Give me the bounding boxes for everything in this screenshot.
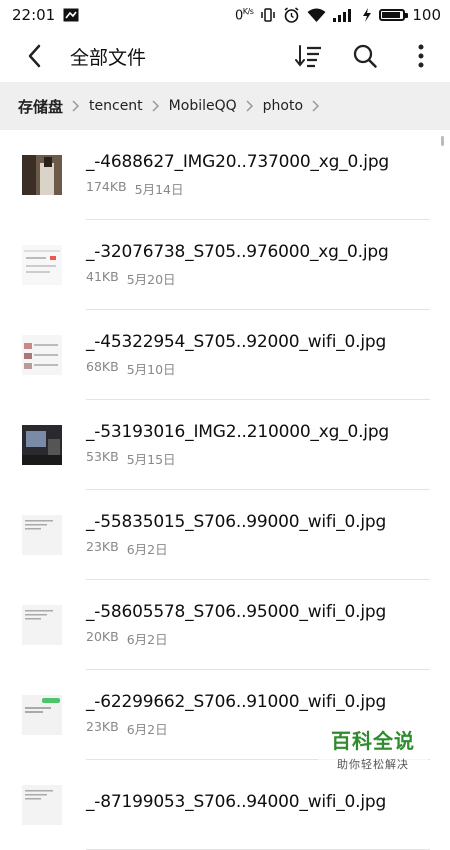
file-thumbnail bbox=[22, 695, 62, 735]
scrollbar[interactable] bbox=[441, 136, 444, 146]
vibrate-icon bbox=[260, 7, 276, 23]
file-date: 5月14日 bbox=[134, 182, 184, 197]
file-thumbnail bbox=[22, 155, 62, 195]
file-size: 23KB bbox=[86, 719, 119, 734]
file-row[interactable]: _-45322954_S705..92000_wifi_0.jpg 68KB 5月1… bbox=[0, 310, 450, 400]
breadcrumb-item-mobileqq[interactable]: MobileQQ bbox=[169, 98, 237, 114]
watermark-title: 百科全说 bbox=[331, 729, 415, 753]
file-thumbnail bbox=[22, 425, 62, 465]
sort-button[interactable] bbox=[292, 39, 326, 73]
file-size: 23KB bbox=[86, 539, 119, 554]
status-bar: 22:01 0K/s 100 bbox=[0, 0, 450, 30]
more-button[interactable] bbox=[404, 39, 438, 73]
file-name: _-4688627_IMG20..737000_xg_0.jpg bbox=[86, 152, 390, 172]
file-size: 68KB bbox=[86, 359, 119, 374]
wifi-icon bbox=[307, 8, 326, 23]
battery-percent: 100 bbox=[412, 6, 441, 24]
picture-notification-icon bbox=[63, 8, 79, 22]
file-size: 41KB bbox=[86, 269, 119, 284]
file-name: _-53193016_IMG2..210000_xg_0.jpg bbox=[86, 422, 390, 442]
search-icon bbox=[353, 44, 377, 68]
chevron-right-icon bbox=[63, 100, 89, 112]
file-size: 20KB bbox=[86, 629, 119, 644]
sort-icon bbox=[295, 45, 321, 68]
battery-icon bbox=[379, 9, 409, 21]
watermark-subtitle: 助你轻松解决 bbox=[337, 758, 409, 771]
file-row[interactable]: _-55835015_S706..99000_wifi_0.jpg 23KB 6月2… bbox=[0, 490, 450, 580]
file-row[interactable]: _-4688627_IMG20..737000_xg_0.jpg 174KB 5月1… bbox=[0, 130, 450, 220]
file-size: 53KB bbox=[86, 449, 119, 464]
back-button[interactable] bbox=[10, 32, 58, 80]
file-name: _-45322954_S705..92000_wifi_0.jpg bbox=[86, 332, 387, 352]
page-title: 全部文件 bbox=[70, 46, 147, 69]
file-name: _-58605578_S706..95000_wifi_0.jpg bbox=[86, 602, 387, 622]
file-date: 5月20日 bbox=[126, 272, 176, 287]
breadcrumb-item-tencent[interactable]: tencent bbox=[89, 98, 143, 114]
file-name: _-32076738_S705..976000_xg_0.jpg bbox=[86, 242, 389, 262]
watermark-logo: 百科全说 助你轻松解决 bbox=[318, 725, 428, 772]
file-row[interactable]: _-32076738_S705..976000_xg_0.jpg 41KB 5月20… bbox=[0, 220, 450, 310]
file-thumbnail bbox=[22, 515, 62, 555]
breadcrumb-item-storage[interactable]: 存储盘 bbox=[18, 96, 63, 117]
search-button[interactable] bbox=[348, 39, 382, 73]
chevron-right-icon bbox=[237, 100, 263, 112]
chevron-right-icon bbox=[143, 100, 169, 112]
file-thumbnail bbox=[22, 605, 62, 645]
network-speed: 0K/s bbox=[234, 6, 254, 24]
file-date: 6月2日 bbox=[126, 542, 168, 557]
file-date: 6月2日 bbox=[126, 632, 168, 647]
file-date: 5月10日 bbox=[126, 362, 176, 377]
file-name: _-55835015_S706..99000_wifi_0.jpg bbox=[86, 512, 387, 532]
file-row[interactable]: _-87199053_S706..94000_wifi_0.jpg bbox=[0, 760, 450, 850]
more-vertical-icon bbox=[418, 44, 424, 68]
file-thumbnail bbox=[22, 335, 62, 375]
file-row[interactable]: _-58605578_S706..95000_wifi_0.jpg 20KB 6月2… bbox=[0, 580, 450, 670]
file-date: 5月15日 bbox=[126, 452, 176, 467]
back-arrow-icon bbox=[28, 44, 41, 68]
app-bar: 全部文件 bbox=[0, 30, 450, 82]
file-thumbnail bbox=[22, 785, 62, 825]
breadcrumb: 存储盘 tencent MobileQQ photo bbox=[0, 82, 450, 130]
chevron-right-icon bbox=[303, 100, 329, 112]
breadcrumb-item-photo[interactable]: photo bbox=[263, 98, 303, 114]
file-date: 6月2日 bbox=[126, 722, 168, 737]
file-row[interactable]: _-53193016_IMG2..210000_xg_0.jpg 53KB 5月15… bbox=[0, 400, 450, 490]
file-name: _-87199053_S706..94000_wifi_0.jpg bbox=[86, 791, 387, 812]
clock: 22:01 bbox=[12, 6, 56, 24]
file-name: _-62299662_S706..91000_wifi_0.jpg bbox=[86, 692, 387, 712]
cell-signal-icon bbox=[333, 8, 355, 22]
file-size: 174KB bbox=[86, 179, 127, 194]
alarm-icon bbox=[283, 6, 300, 24]
file-thumbnail bbox=[22, 245, 62, 285]
charging-icon bbox=[362, 8, 372, 22]
